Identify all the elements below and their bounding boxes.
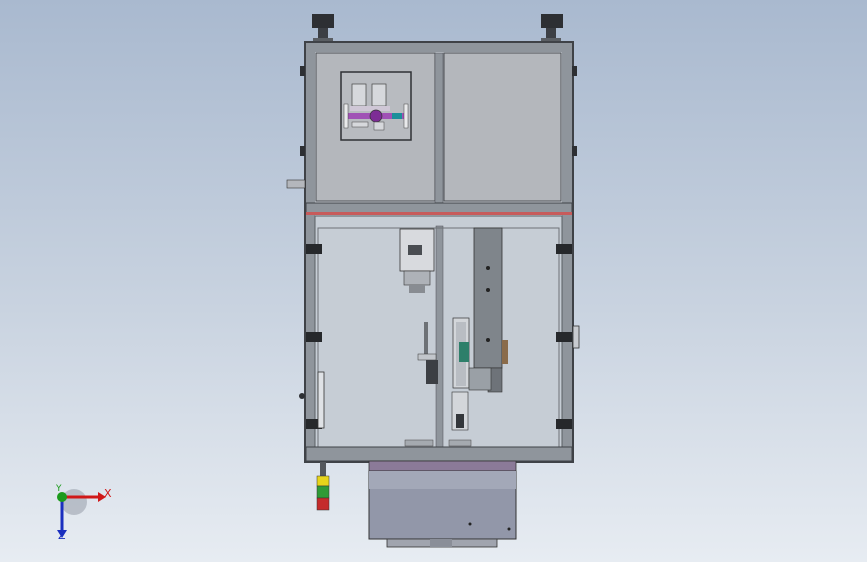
- side-latch: [572, 146, 577, 156]
- lower-middle-post: [435, 225, 444, 451]
- signal-light-green: [316, 485, 330, 499]
- door-handle[interactable]: [317, 371, 325, 429]
- base-cabinet-strip: [369, 471, 516, 489]
- side-latch: [300, 66, 305, 76]
- frame-top-rail: [306, 43, 572, 52]
- signal-tower-light[interactable]: [316, 462, 330, 511]
- inner-bottom-plate: [404, 439, 434, 447]
- machine-model[interactable]: [0, 0, 867, 562]
- cad-viewport[interactable]: X Z Y: [0, 0, 867, 562]
- pneumatic-valve-panel[interactable]: [340, 71, 412, 141]
- servo-motor-assembly[interactable]: [399, 228, 435, 293]
- upper-right-panel: [443, 52, 562, 202]
- upper-middle-post: [434, 52, 444, 204]
- frame-bottom-rail: [305, 446, 573, 462]
- side-latch: [300, 146, 305, 156]
- middle-separator-rail: [305, 202, 573, 214]
- triad-x-label: X: [104, 487, 112, 500]
- triad-y-label: Y: [56, 484, 62, 494]
- base-foot-inner: [430, 539, 452, 547]
- corner-bracket: [556, 332, 572, 342]
- top-fixture-left: [312, 14, 334, 44]
- signal-light-red: [316, 497, 330, 511]
- top-fixture-right: [541, 14, 563, 44]
- left-bracket: [286, 179, 306, 189]
- separator-strip: [306, 212, 572, 215]
- corner-bracket: [306, 244, 322, 254]
- corner-bracket: [556, 244, 572, 254]
- inner-bottom-plate: [448, 439, 472, 447]
- side-latch: [572, 66, 577, 76]
- corner-bracket: [556, 419, 572, 429]
- corner-bracket: [306, 332, 322, 342]
- base-screw: [507, 527, 511, 531]
- triad-z-label: Z: [58, 529, 66, 542]
- triad-origin-shadow: [61, 489, 87, 515]
- door-handle[interactable]: [572, 325, 580, 349]
- base-screw: [468, 522, 472, 526]
- signal-light-yellow: [316, 475, 330, 487]
- door-knob[interactable]: [299, 393, 305, 399]
- base-top-plate: [368, 460, 517, 472]
